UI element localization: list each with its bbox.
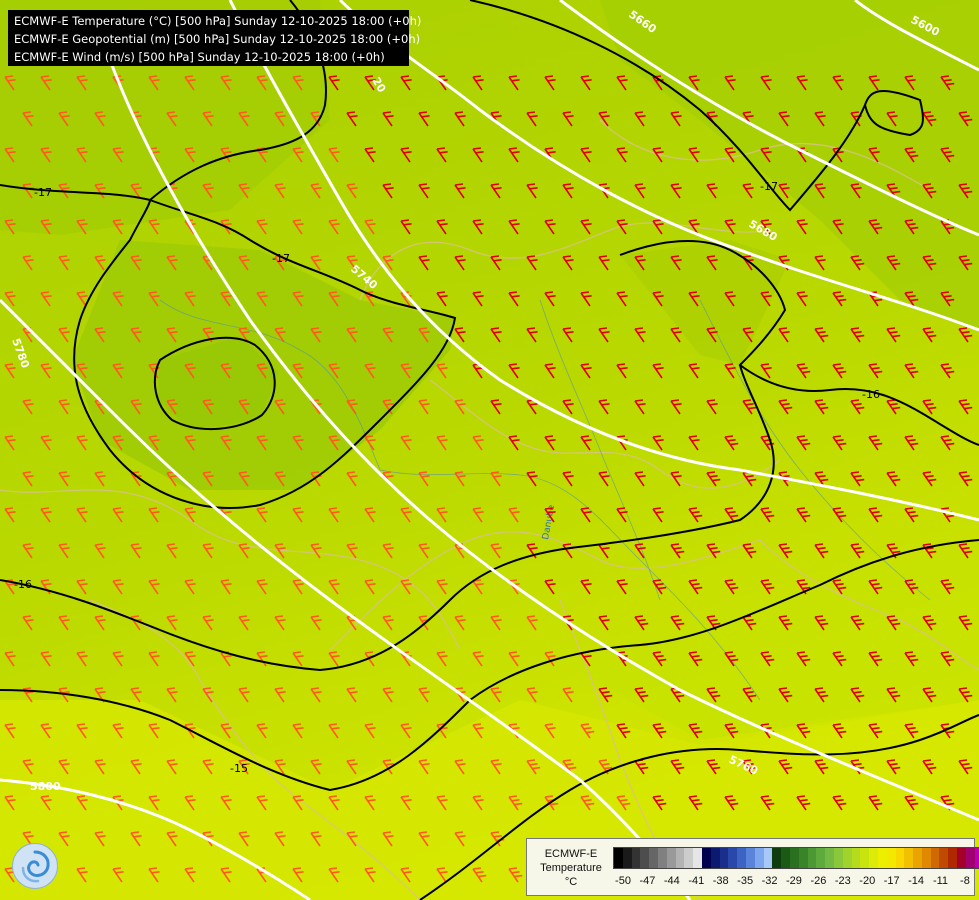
isotherm-label: -15 bbox=[230, 762, 248, 775]
legend-swatch bbox=[798, 848, 808, 868]
legend-tick: -50 bbox=[615, 875, 631, 887]
legend-swatch bbox=[789, 848, 799, 868]
legend-swatch bbox=[737, 848, 746, 868]
legend-swatch bbox=[930, 848, 940, 868]
legend-swatch bbox=[816, 848, 826, 868]
provider-logo-icon bbox=[12, 843, 58, 889]
temperature-legend: ECMWF-E Temperature °C -50 -47 -44 -41 -38 -3… bbox=[526, 838, 979, 896]
legend-swatch bbox=[631, 848, 641, 868]
swirl-icon bbox=[21, 850, 50, 883]
weather-map[interactable]: Danube -17 -17 -17 -16 -16 -15 5600 5660… bbox=[0, 0, 979, 900]
legend-swatch bbox=[781, 848, 790, 868]
legend-swatch bbox=[842, 848, 852, 868]
legend-swatch bbox=[921, 848, 931, 868]
legend-tick: -32 bbox=[761, 875, 778, 887]
isotherm-label: -17 bbox=[272, 252, 290, 265]
legend-swatch bbox=[957, 848, 966, 868]
legend-swatch bbox=[833, 848, 843, 868]
legend-swatch bbox=[851, 848, 861, 868]
legend-swatch bbox=[640, 848, 650, 868]
legend-colorbar bbox=[613, 847, 979, 869]
legend-swatch bbox=[710, 848, 720, 868]
legend-swatch bbox=[877, 848, 887, 868]
legend-tick: -8 bbox=[960, 875, 970, 887]
legend-swatch bbox=[657, 848, 667, 868]
isotherm-label: -16 bbox=[14, 578, 32, 591]
legend-tick: -41 bbox=[688, 875, 705, 887]
temperature-layer-title: ECMWF-E Temperature (°C) [500 hPa] Sunda… bbox=[14, 14, 422, 28]
map-canvas: Danube -17 -17 -17 -16 -16 -15 5600 5660… bbox=[0, 0, 979, 900]
legend-swatch bbox=[869, 848, 878, 868]
legend-swatch bbox=[728, 848, 738, 868]
legend-swatch bbox=[895, 848, 905, 868]
legend-title: ECMWF-E Temperature °C bbox=[540, 848, 602, 888]
legend-swatch bbox=[614, 848, 623, 868]
legend-tick: -29 bbox=[786, 875, 802, 887]
legend-swatch bbox=[649, 848, 658, 868]
legend-swatch bbox=[825, 848, 834, 868]
legend-swatch bbox=[666, 848, 676, 868]
isotherm-label: -17 bbox=[760, 180, 778, 193]
legend-swatch bbox=[965, 848, 975, 868]
legend-swatch bbox=[701, 848, 711, 868]
legend-swatch bbox=[904, 848, 914, 868]
geopotential-layer-title: ECMWF-E Geopotential (m) [500 hPa] Sunda… bbox=[14, 32, 421, 46]
legend-tick: -26 bbox=[810, 875, 827, 887]
legend-swatch bbox=[684, 848, 694, 868]
wind-layer-title: ECMWF-E Wind (m/s) [500 hPa] Sunday 12-1… bbox=[14, 50, 385, 64]
legend-tick: -23 bbox=[834, 875, 851, 887]
isotherm-label: -17 bbox=[34, 186, 52, 199]
legend-tick: -11 bbox=[932, 875, 949, 887]
legend-swatch bbox=[860, 848, 870, 868]
legend-swatch bbox=[807, 848, 817, 868]
legend-swatch bbox=[974, 848, 979, 868]
legend-tick: -20 bbox=[859, 875, 876, 887]
legend-swatch bbox=[675, 848, 685, 868]
legend-swatch bbox=[772, 848, 782, 868]
legend-swatch bbox=[745, 848, 755, 868]
legend-swatch bbox=[948, 848, 958, 868]
legend-swatch bbox=[763, 848, 773, 868]
legend-swatch bbox=[622, 848, 632, 868]
legend-tick: -44 bbox=[663, 875, 680, 887]
legend-tick: -14 bbox=[908, 875, 925, 887]
legend-swatch bbox=[886, 848, 896, 868]
geopotential-label: 5800 bbox=[30, 780, 61, 793]
legend-tick: -47 bbox=[639, 875, 656, 887]
isotherm-label: -16 bbox=[862, 388, 880, 401]
legend-tick: -17 bbox=[883, 875, 900, 887]
legend-swatch bbox=[754, 848, 764, 868]
legend-tick: -38 bbox=[712, 875, 729, 887]
map-info-box: ECMWF-E Temperature (°C) [500 hPa] Sunda… bbox=[8, 10, 422, 66]
legend-swatch bbox=[939, 848, 949, 868]
legend-swatch bbox=[719, 848, 729, 868]
legend-tick: -35 bbox=[737, 875, 754, 887]
legend-swatch bbox=[913, 848, 922, 868]
legend-swatch bbox=[693, 848, 702, 868]
